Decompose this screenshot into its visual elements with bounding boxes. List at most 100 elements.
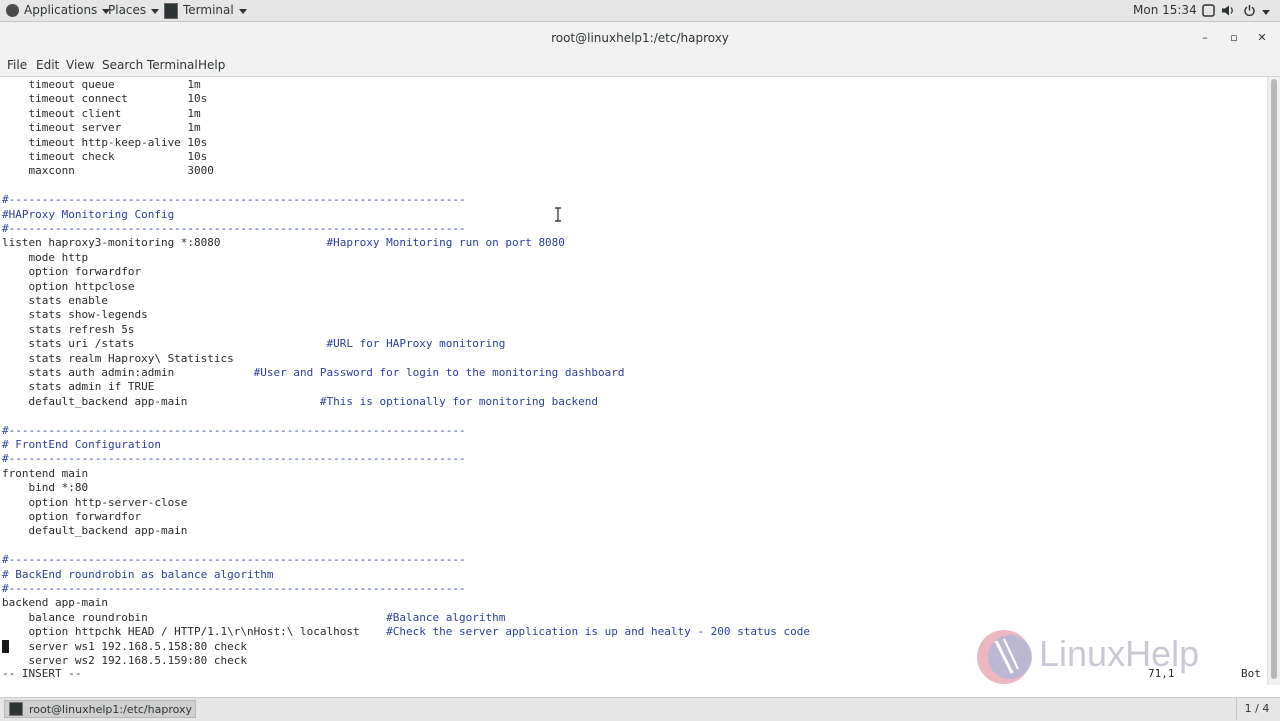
terminal-line: stats realm Haproxy\ Statistics: [2, 351, 234, 366]
code-text: stats enable: [2, 294, 108, 307]
terminal-line: timeout http-keep-alive 10s: [2, 136, 207, 150]
comment-text: # FrontEnd Configuration: [2, 438, 161, 451]
comment-text: #---------------------------------------…: [2, 582, 466, 595]
code-text: mode http: [2, 250, 89, 264]
code-text: balance roundrobin: [2, 610, 387, 624]
code-text: stats auth admin:admin: [2, 366, 254, 379]
taskbar-window-button[interactable]: root@linuxhelp1:/etc/haproxy: [4, 700, 196, 718]
code-text: timeout server 1m: [2, 121, 201, 135]
chevron-down-icon: [151, 8, 160, 14]
comment-text: #---------------------------------------…: [2, 423, 466, 437]
terminal-line: timeout client 1m: [2, 106, 201, 121]
minimize-button[interactable]: –: [1195, 28, 1215, 48]
terminal-line: #---------------------------------------…: [2, 222, 466, 236]
chevron-down-icon[interactable]: [1262, 10, 1270, 15]
close-button[interactable]: ✕: [1252, 28, 1272, 48]
code-text: option httpclose: [2, 279, 135, 293]
terminal-view[interactable]: timeout queue 1m timeout connect 10s tim…: [0, 77, 1267, 685]
menu-view[interactable]: View: [66, 58, 94, 72]
menu-file[interactable]: File: [7, 58, 27, 72]
terminal-cursor: [2, 639, 9, 653]
terminal-app-menu[interactable]: Terminal: [164, 0, 247, 21]
applications-icon: [6, 4, 19, 17]
code-text: timeout connect 10s: [2, 92, 208, 106]
menu-search[interactable]: Search: [102, 58, 143, 72]
menu-help[interactable]: Help: [198, 58, 225, 72]
text-cursor-icon: [555, 207, 561, 222]
workspace-switcher[interactable]: 1 / 4: [1236, 698, 1277, 720]
terminal-line: #---------------------------------------…: [2, 424, 466, 438]
window-titlebar[interactable]: root@linuxhelp1:/etc/haproxy – ▫ ✕: [0, 22, 1280, 54]
vim-mode-indicator: -- INSERT --: [2, 667, 82, 680]
menubar: File Edit View Search Terminal Help: [0, 54, 1280, 77]
comment-text: #---------------------------------------…: [2, 452, 466, 466]
top-panel: Applications Places Terminal Mon 15:34: [0, 0, 1280, 22]
terminal-line: balance roundrobin #Balance algorithm: [2, 611, 505, 625]
code-text: option forwardfor: [2, 510, 142, 523]
code-text: listen haproxy3-monitoring *:8080: [2, 236, 327, 250]
scrollbar-thumb[interactable]: [1271, 79, 1277, 679]
terminal-line: #---------------------------------------…: [2, 193, 466, 207]
display-icon[interactable]: [1202, 4, 1215, 17]
terminal-line: backend app-main: [2, 596, 108, 610]
comment-text: #URL for HAProxy monitoring: [326, 337, 506, 351]
terminal-line: bind *:80: [2, 481, 88, 495]
comment-text: # BackEnd roundrobin as balance algorith…: [2, 567, 274, 581]
terminal-line: server ws2 192.168.5.159:80 check: [2, 654, 247, 668]
power-icon[interactable]: [1243, 4, 1256, 17]
comment-text: #Haproxy Monitoring run on port 8080: [326, 236, 565, 250]
terminal-line: #---------------------------------------…: [2, 452, 466, 466]
applications-label: Applications: [24, 3, 98, 17]
code-text: option forwardfor: [2, 265, 142, 279]
comment-text: #---------------------------------------…: [2, 553, 466, 567]
terminal-line: # FrontEnd Configuration: [2, 438, 161, 452]
code-text: timeout queue 1m: [2, 78, 201, 91]
bottom-taskbar: root@linuxhelp1:/etc/haproxy 1 / 4: [0, 697, 1280, 721]
terminal-line: option httpclose: [2, 280, 134, 294]
code-text: stats realm Haproxy\ Statistics: [2, 351, 234, 365]
comment-text: #HAProxy Monitoring Config: [2, 207, 175, 221]
terminal-line: timeout server 1m: [2, 121, 201, 135]
comment-text: #---------------------------------------…: [2, 222, 466, 235]
terminal-line: stats admin if TRUE: [2, 380, 154, 394]
code-text: default_backend app-main: [2, 524, 188, 538]
scroll-position: Bot: [1241, 667, 1261, 680]
menu-edit[interactable]: Edit: [36, 58, 59, 72]
terminal-line: stats uri /stats #URL for HAProxy monito…: [2, 337, 505, 351]
vertical-scrollbar[interactable]: [1267, 77, 1280, 685]
maximize-button[interactable]: ▫: [1224, 28, 1244, 48]
places-menu[interactable]: Places: [108, 0, 160, 21]
clock[interactable]: Mon 15:34: [1133, 0, 1197, 21]
menu-terminal[interactable]: Terminal: [147, 58, 198, 72]
terminal-line: timeout check 10s: [2, 150, 207, 164]
applications-menu[interactable]: Applications: [6, 0, 111, 21]
terminal-line: option httpchk HEAD / HTTP/1.1\r\nHost:\…: [2, 625, 810, 639]
comment-text: #Check the server application is up and …: [386, 625, 810, 639]
comment-text: #Balance algorithm: [386, 610, 506, 624]
terminal-line: server ws1 192.168.5.158:80 check: [2, 639, 247, 654]
code-text: option http-server-close: [2, 495, 188, 509]
code-text: timeout client 1m: [2, 106, 201, 120]
linuxhelp-brand-text: LinuxHelp: [1039, 633, 1200, 674]
terminal-line: option http-server-close: [2, 496, 187, 510]
terminal-app-label: Terminal: [183, 3, 234, 17]
linuxhelp-logo-icon: [977, 630, 1032, 684]
places-label: Places: [108, 3, 147, 17]
comment-text: #This is optionally for monitoring backe…: [319, 394, 599, 408]
code-text: timeout http-keep-alive 10s: [2, 135, 208, 149]
window-title: root@linuxhelp1:/etc/haproxy: [551, 31, 729, 45]
taskbar-window-label: root@linuxhelp1:/etc/haproxy: [29, 702, 193, 716]
terminal-line: # BackEnd roundrobin as balance algorith…: [2, 568, 274, 582]
terminal-line: timeout connect 10s: [2, 92, 207, 106]
terminal-line: #---------------------------------------…: [2, 553, 466, 567]
code-text: stats uri /stats: [2, 337, 327, 351]
terminal-line: default_backend app-main #This is option…: [2, 395, 598, 409]
terminal-line: option forwardfor: [2, 265, 141, 279]
volume-icon[interactable]: [1221, 4, 1234, 17]
terminal-line: stats auth admin:admin #User and Passwor…: [2, 366, 624, 380]
code-text: backend app-main: [2, 596, 108, 610]
terminal-line: option forwardfor: [2, 510, 141, 524]
terminal-icon: [164, 2, 178, 19]
terminal-line: mode http: [2, 251, 88, 265]
code-text: bind *:80: [2, 481, 89, 495]
